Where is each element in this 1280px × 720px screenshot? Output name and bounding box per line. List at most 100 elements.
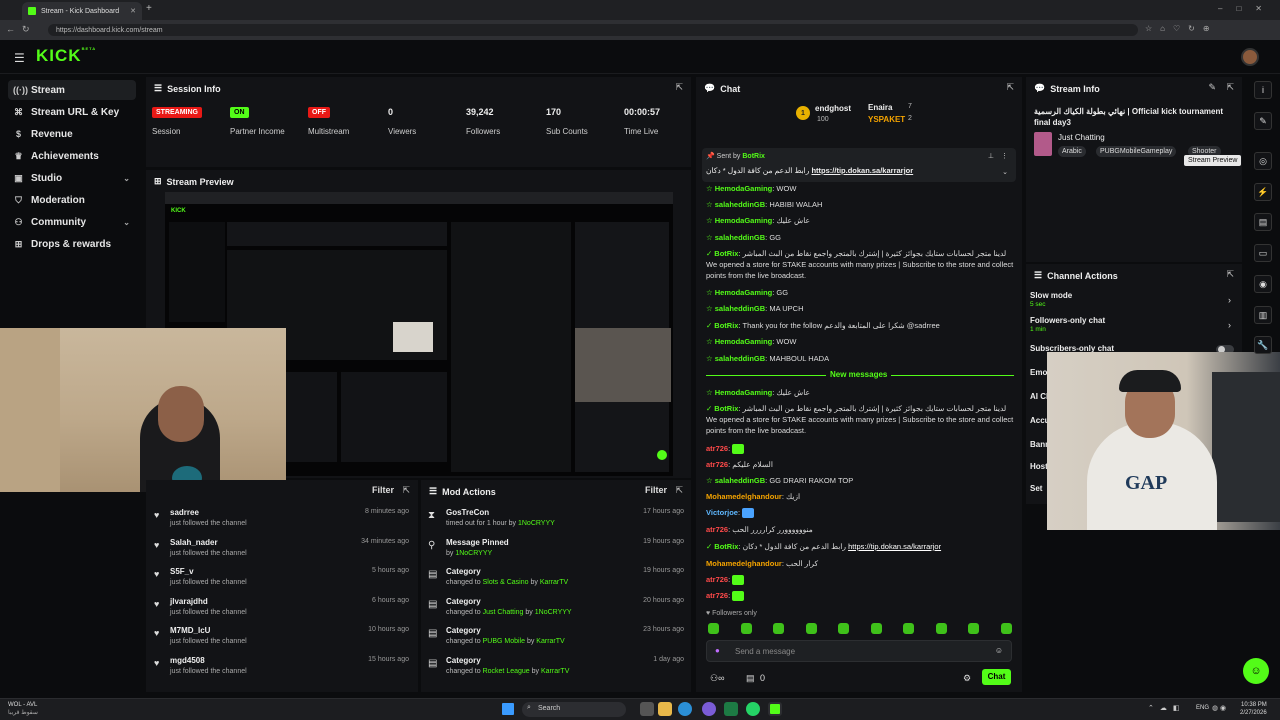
activity-popout-icon[interactable]: ⇱ [402,485,410,496]
chat-username[interactable]: atr726 [706,460,728,469]
mod-action-by[interactable]: KarrarTV [541,668,569,675]
channel-action-3[interactable]: Emo [1030,368,1047,377]
new-tab-button[interactable]: + [146,3,152,14]
layout-icon[interactable]: ▥ [1254,306,1272,324]
chat-settings-icon[interactable]: ⚙ [963,673,971,684]
channel-action-1[interactable]: Followers-only chat [1030,316,1105,325]
chat-username[interactable]: atr726 [706,444,728,453]
chat-username[interactable]: BotRix [714,321,738,330]
pinned-message[interactable]: 📌 Sent by BotRix رابط الدعم من كافة الدو… [702,148,1016,182]
mod-action-target[interactable]: PUBG Mobile [483,638,525,645]
emote-icon[interactable] [805,623,817,634]
follower-name[interactable]: M7MD_IcU [170,626,210,635]
emote-icon[interactable] [1000,623,1012,634]
kick-logo[interactable]: KICKBETA [36,46,96,66]
excel-icon[interactable] [724,702,738,716]
stream-category[interactable]: Just Chatting [1058,133,1105,142]
chat-username[interactable]: HemodaGaming [715,337,773,346]
taskbar-clock[interactable]: 10:38 PM 2/27/2026 [1240,701,1267,717]
sidebar-item-moderation[interactable]: ⛉ Moderation [8,190,136,210]
mod-action-target[interactable]: Slots & Casino [483,579,529,586]
emote-icon[interactable] [740,623,752,634]
sidebar-item-stream[interactable]: ((·)) Stream [8,80,136,100]
browser-tab[interactable]: Stream - Kick Dashboard ✕ [22,2,142,20]
channel-action-0[interactable]: Slow mode [1030,291,1072,300]
broadcast-icon[interactable]: ◉ [1254,275,1272,293]
chat-username[interactable]: HemodaGaming [715,216,773,225]
pinned-link[interactable]: https://tip.dokan.sa/karrarjor [811,166,913,175]
mod-action-by[interactable]: KarrarTV [540,579,568,586]
chat-input[interactable]: ● Send a message ☺ [706,640,1012,662]
edge-icon[interactable] [678,702,692,716]
chat-username[interactable]: Victorjoe [706,508,738,517]
unpin-icon[interactable]: ⊥ [988,152,994,160]
file-explorer-icon[interactable] [658,702,672,716]
chat-username[interactable]: atr726 [706,591,728,600]
channel-action-4[interactable]: AI Cl [1030,392,1048,401]
bolt-icon[interactable]: ⚡ [1254,183,1272,201]
channel-actions-popout-icon[interactable]: ⇱ [1226,269,1234,280]
chat-username[interactable]: salaheddinGB [715,476,765,485]
taskbar-search[interactable]: ⌕ Search [522,702,626,717]
channel-action-8[interactable]: Set [1030,484,1042,493]
sidebar-item-studio[interactable]: ▣ Studio ⌄ [8,168,136,188]
whatsapp-icon[interactable] [746,702,760,716]
refresh-icon[interactable]: ↻ [22,24,30,35]
file-icon[interactable]: ▤ [1254,213,1272,231]
emote-icon[interactable] [903,623,914,634]
stream-tag[interactable]: PUBGMobileGameplay [1096,146,1177,157]
mod-action-by[interactable]: 1NoCRYYY [535,609,572,616]
pinned-more-icon[interactable]: ⋮ [1001,152,1008,160]
stream-tag[interactable]: Arabic [1058,146,1086,157]
follower-name[interactable]: mgd4508 [170,656,205,665]
emote-icon[interactable] [935,623,947,634]
chat-username[interactable]: atr726 [706,525,728,534]
edit-stream-info-icon[interactable]: ✎ [1208,82,1216,93]
stream-preview-icon[interactable]: ◎ [1254,152,1272,170]
chat-gift-icon[interactable]: ▤ [746,673,755,684]
chat-username[interactable]: BotRix [714,249,738,258]
emote-icon[interactable] [968,623,979,634]
follower-name[interactable]: S5F_v [170,567,194,576]
task-view-icon[interactable] [640,702,654,716]
mod-action-by[interactable]: 1NoCRYYY [455,550,492,557]
sidebar-item-community[interactable]: ⚇ Community ⌄ [8,212,136,232]
chat-bubble-icon[interactable]: ▭ [1254,244,1272,262]
windows-start-icon[interactable] [502,703,514,715]
follower-name[interactable]: sadrree [170,508,199,517]
chat-username[interactable]: salaheddinGB [715,354,765,363]
chat-link[interactable]: https://tip.dokan.sa/karrarjor [848,542,941,551]
chat-users-icon[interactable]: ⚇∞ [710,673,724,684]
follower-name[interactable]: jlvarajdhd [170,597,208,606]
kick-app-icon[interactable] [768,702,782,716]
sidebar-item-revenue[interactable]: $ Revenue [8,124,136,144]
window-controls[interactable]: –□✕ [1218,4,1276,13]
chat-username[interactable]: salaheddinGB [715,233,765,242]
mod-action-target[interactable]: Just Chatting [483,609,524,616]
chat-username[interactable]: atr726 [706,575,728,584]
channel-action-7[interactable]: Host [1030,462,1048,471]
url-input[interactable]: https://dashboard.kick.com/stream [48,24,1138,36]
follower-name[interactable]: Salah_nader [170,538,218,547]
menu-icon[interactable]: ☰ [14,51,25,65]
profile-avatar[interactable] [1241,48,1259,66]
sidebar-item-drops-rewards[interactable]: ⊞ Drops & rewards [8,234,136,254]
emote-icon[interactable] [773,623,784,634]
chat-username[interactable]: Mohamedelghandour [706,559,782,568]
chevron-down-icon[interactable]: ⌄ [123,174,130,183]
stream-info-popout-icon[interactable]: ⇱ [1226,82,1234,93]
chat-send-button[interactable]: Chat [982,669,1011,685]
edit-icon[interactable]: ✎ [1254,112,1272,130]
chat-username[interactable]: salaheddinGB [715,304,765,313]
chat-username[interactable]: HemodaGaming [715,388,773,397]
top-gifter-badge[interactable]: 1 [796,106,810,120]
mic-icon[interactable]: ● [715,646,720,655]
followers-only-chevron-icon[interactable]: › [1228,320,1231,330]
mod-popout-icon[interactable]: ⇱ [675,485,683,496]
pinned-expand-icon[interactable]: ⌄ [1002,168,1008,176]
popout-icon[interactable]: ⇱ [675,82,683,93]
browser-toolbar-icons[interactable]: ☆⌂♡↻⊕ [1145,24,1218,33]
emote-icon[interactable] [708,623,719,634]
chat-popout-icon[interactable]: ⇱ [1006,82,1014,93]
emote-icon[interactable] [870,623,882,634]
